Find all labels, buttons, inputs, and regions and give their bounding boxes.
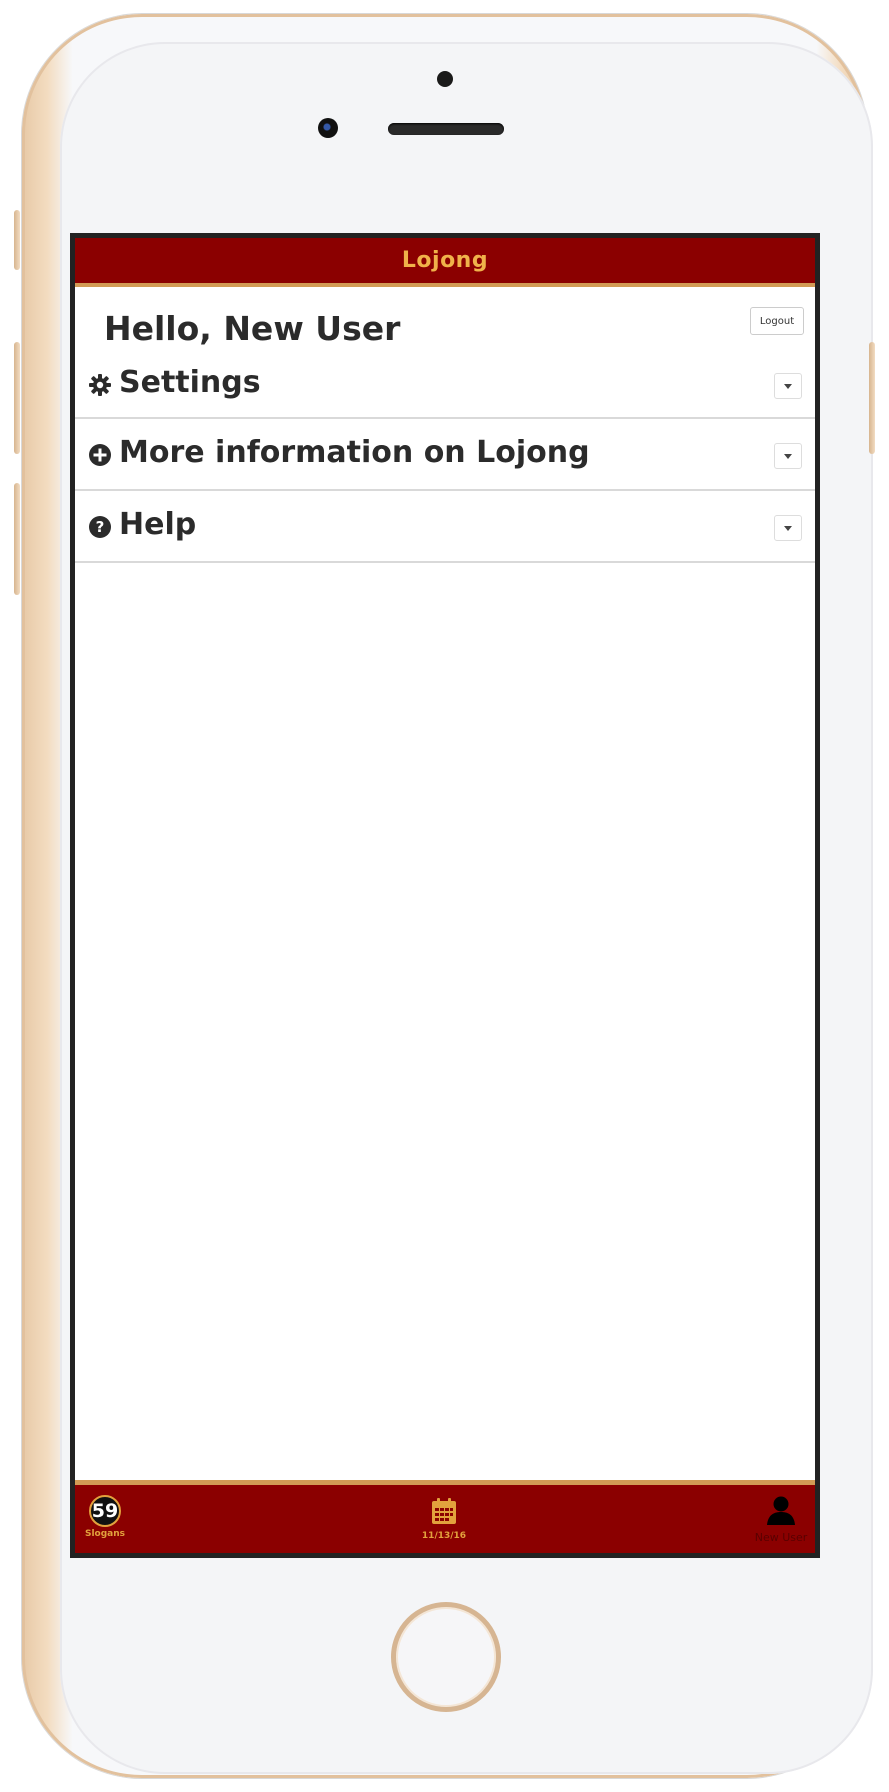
question-circle-icon: ? (88, 515, 112, 539)
power-button (869, 342, 875, 454)
greeting-heading: Hello, New User (104, 309, 401, 348)
slogan-count-badge: 59 (89, 1495, 121, 1527)
app-title: Lojong (401, 248, 489, 273)
tab-slogans[interactable]: 59 Slogans (81, 1485, 129, 1553)
chevron-down-icon (784, 383, 792, 389)
home-button[interactable] (391, 1602, 501, 1712)
bottom-tab-bar: 59 Slogans 11/13/16 New User (75, 1480, 815, 1553)
more-info-section[interactable]: More information on Lojong (75, 419, 815, 491)
top-nav-bar: Lojong (75, 238, 815, 287)
mute-switch (14, 210, 20, 270)
tab-calendar-label: 11/13/16 (421, 1531, 467, 1541)
gear-icon (88, 373, 112, 397)
more-info-label: More information on Lojong (119, 435, 590, 470)
svg-text:?: ? (96, 518, 105, 536)
chevron-down-icon (784, 453, 792, 459)
tab-profile[interactable]: New User (749, 1485, 813, 1553)
proximity-sensor (437, 71, 453, 87)
settings-label: Settings (119, 365, 261, 400)
tab-slogans-label: Slogans (84, 1529, 126, 1539)
chevron-down-icon (784, 525, 792, 531)
tab-profile-label: New User (754, 1531, 808, 1544)
help-section[interactable]: ? Help (75, 491, 815, 563)
user-icon (766, 1495, 796, 1529)
help-label: Help (119, 507, 197, 542)
logout-button[interactable]: Logout (750, 307, 804, 335)
plus-circle-icon (88, 443, 112, 467)
settings-expand-toggle[interactable] (774, 373, 802, 399)
more-info-expand-toggle[interactable] (774, 443, 802, 469)
front-camera (318, 118, 338, 138)
tab-calendar[interactable]: 11/13/16 (404, 1485, 484, 1553)
earpiece-speaker (388, 123, 504, 135)
settings-section[interactable]: Settings (75, 347, 815, 419)
volume-up-button (14, 342, 20, 454)
calendar-icon (431, 1497, 457, 1529)
volume-down-button (14, 483, 20, 595)
app-screen: Lojong Hello, New User Logout Settings M… (70, 233, 820, 1558)
help-expand-toggle[interactable] (774, 515, 802, 541)
